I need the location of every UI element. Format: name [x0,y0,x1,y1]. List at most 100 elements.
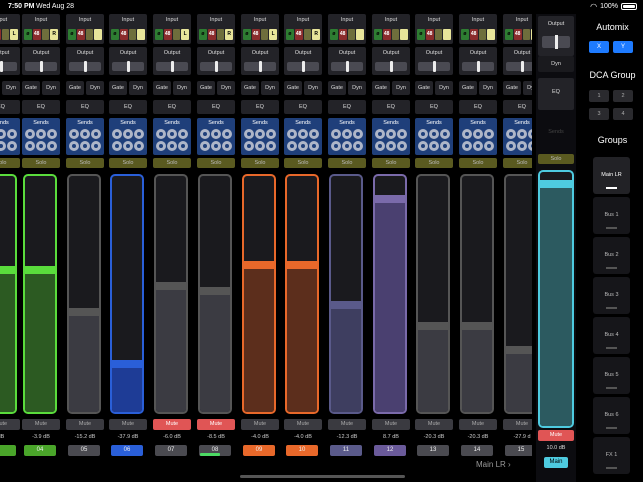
send-knob[interactable] [243,129,254,139]
send-knob[interactable] [297,129,308,139]
send-knob[interactable] [472,129,483,139]
dca-button-2[interactable]: 2 [613,90,633,102]
dyn-button[interactable]: Dyn [479,81,497,95]
input-section[interactable]: Input ø 48 L [241,14,279,44]
mute-button[interactable]: Mute [459,419,497,430]
input-toggle[interactable]: ø [417,29,425,40]
output-slider[interactable] [375,61,407,72]
dyn-button[interactable]: Dyn [173,81,191,95]
sends-section[interactable]: Sends [153,118,191,155]
send-knob[interactable] [286,129,297,139]
send-knob[interactable] [385,129,396,139]
send-knob[interactable] [309,141,320,151]
send-knob[interactable] [254,141,265,151]
send-knob[interactable] [24,129,35,139]
input-toggle[interactable]: L [181,29,189,40]
input-toggle[interactable] [487,29,495,40]
channel-number[interactable]: 10 [286,445,318,456]
send-knob[interactable] [178,141,189,151]
input-toggle[interactable] [303,29,312,40]
input-toggle[interactable]: ø [330,29,338,40]
automix-x-button[interactable]: X [589,41,609,53]
send-knob[interactable] [528,141,532,151]
channel-fader[interactable] [242,174,276,414]
group-button[interactable]: FX 1 [593,437,630,474]
mute-button[interactable]: Mute [22,419,60,430]
gate-button[interactable]: Gate [109,81,127,95]
send-knob[interactable] [266,141,277,151]
send-knob[interactable] [79,129,90,139]
send-knob[interactable] [505,129,516,139]
gate-button[interactable]: Gate [459,81,477,95]
mute-button[interactable]: Mute [372,419,410,430]
automix-y-button[interactable]: Y [613,41,633,53]
gate-button[interactable]: Gate [284,81,302,95]
input-toggle[interactable]: 48 [513,29,522,40]
channel-number[interactable] [0,445,16,456]
output-section[interactable]: Output [241,47,279,75]
sends-section[interactable]: Sends [328,118,366,155]
send-knob[interactable] [47,141,58,151]
input-toggle[interactable]: 48 [469,29,478,40]
master-mute-button[interactable]: Mute [538,430,574,441]
output-section[interactable]: Output [328,47,366,75]
dyn-button[interactable]: Dyn [42,81,60,95]
solo-button[interactable]: Solo [109,158,147,168]
input-toggle[interactable]: L [269,29,277,40]
send-knob[interactable] [222,129,233,139]
send-knob[interactable] [134,129,145,139]
master-fader[interactable] [538,170,574,428]
eq-button[interactable]: EQ [415,100,453,114]
mute-button[interactable]: Mute [109,419,147,430]
input-toggle[interactable] [400,29,408,40]
output-slider[interactable] [112,61,144,72]
input-toggle[interactable]: 48 [207,29,216,40]
send-knob[interactable] [428,129,439,139]
send-knob[interactable] [0,141,6,151]
input-toggle[interactable] [41,29,50,40]
send-knob[interactable] [297,141,308,151]
mute-button[interactable]: Mute [328,419,366,430]
group-button[interactable]: Bus 4 [593,317,630,354]
eq-button[interactable]: EQ [503,100,532,114]
output-slider[interactable] [506,61,532,72]
channel-number[interactable]: 15 [505,445,532,456]
solo-button[interactable]: Solo [241,158,279,168]
send-knob[interactable] [397,141,408,151]
send-knob[interactable] [122,129,133,139]
channel-number[interactable]: 14 [461,445,493,456]
solo-button[interactable]: Solo [284,158,322,168]
input-toggle[interactable]: ø [155,29,163,40]
mute-button[interactable]: Mute [503,419,532,430]
dyn-button[interactable]: Dyn [523,81,532,95]
input-toggle[interactable]: ø [68,29,76,40]
output-slider[interactable] [69,61,101,72]
send-knob[interactable] [68,141,79,151]
input-section[interactable]: Input ø 48 [109,14,147,44]
dyn-button[interactable]: Dyn [261,81,279,95]
send-knob[interactable] [385,141,396,151]
solo-button[interactable]: Solo [459,158,497,168]
send-knob[interactable] [484,129,495,139]
dyn-button[interactable]: Dyn [392,81,410,95]
input-toggle[interactable]: R [312,29,320,40]
output-section[interactable]: Output [372,47,410,75]
send-knob[interactable] [254,129,265,139]
output-slider[interactable] [331,61,363,72]
input-toggle[interactable]: 48 [163,29,172,40]
channel-fader[interactable] [416,174,450,414]
input-toggle[interactable] [260,29,269,40]
input-toggle[interactable] [356,29,364,40]
input-toggle[interactable]: 48 [425,29,434,40]
solo-button[interactable]: Solo [503,158,532,168]
channel-number[interactable]: 13 [417,445,449,456]
input-section[interactable]: Input ø 48 L [153,14,191,44]
input-toggle[interactable]: ø [24,29,32,40]
dca-button-4[interactable]: 4 [613,108,633,120]
input-toggle[interactable] [128,29,137,40]
solo-button[interactable]: Solo [372,158,410,168]
send-knob[interactable] [0,129,6,139]
channel-number[interactable]: 11 [330,445,362,456]
group-button[interactable]: Bus 3 [593,277,630,314]
input-toggle[interactable] [522,29,531,40]
